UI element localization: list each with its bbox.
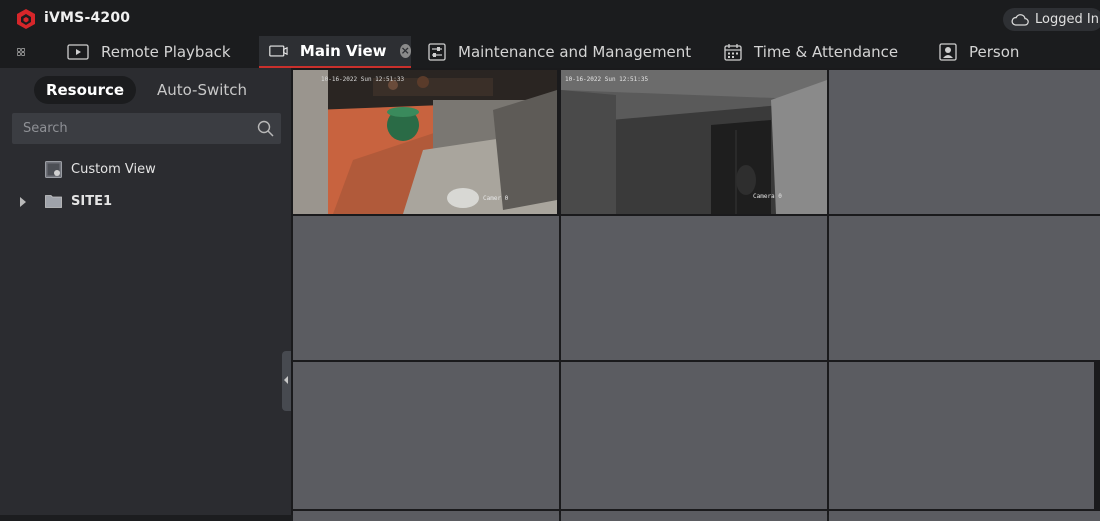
camera-overlay-label: Camera 0 [753, 193, 782, 200]
playback-icon [67, 44, 89, 60]
person-card-icon [939, 43, 957, 61]
video-cell-empty[interactable] [829, 216, 1100, 360]
tab-main-view-label: Main View [299, 42, 387, 60]
corridor-feed-image: 10-16-2022 Sun 12:51:35 Camera 0 [561, 70, 827, 214]
sidebar-collapse-handle[interactable] [282, 351, 291, 411]
custom-view-icon [45, 160, 62, 178]
monitor-icon [269, 45, 288, 57]
segment-resource[interactable]: Resource [34, 76, 136, 104]
search-input[interactable] [12, 113, 252, 144]
video-cell-empty[interactable] [561, 216, 827, 360]
login-status-button[interactable]: Logged In [1003, 8, 1100, 31]
tab-home-menu[interactable] [17, 36, 37, 68]
svg-text:10-16-2022 Sun 12:51:35: 10-16-2022 Sun 12:51:35 [565, 76, 648, 83]
tab-maintenance-management-label: Maintenance and Management [458, 43, 692, 61]
folder-icon [45, 195, 62, 208]
search-icon[interactable] [257, 120, 274, 137]
title-bar: iVMS-4200 Logged In [0, 0, 1100, 36]
grid-menu-icon [17, 48, 25, 56]
video-cell-empty[interactable] [293, 216, 559, 360]
tab-time-attendance-label: Time & Attendance [754, 43, 899, 61]
video-cell-empty[interactable] [829, 362, 1094, 509]
settings-sliders-icon [428, 43, 446, 61]
cloud-icon [1011, 14, 1029, 26]
tab-remote-playback[interactable]: Remote Playback [67, 36, 231, 68]
close-tab-icon[interactable]: × [399, 44, 411, 58]
tab-person[interactable]: Person [939, 36, 1019, 68]
video-cell-empty[interactable] [561, 362, 827, 509]
resource-sidebar: Resource Auto-Switch Custom View SITE1 [0, 68, 291, 515]
calendar-icon [724, 44, 742, 61]
live-view-grid: 10-16-2022 Sun 12:51:33 Camer 0 10-16-20… [291, 68, 1100, 521]
kitchen-feed-image: 10-16-2022 Sun 12:51:33 Camer 0 [293, 70, 557, 214]
tree-item-site1[interactable]: SITE1 [45, 191, 112, 211]
camera-overlay-label: Camer 0 [483, 195, 509, 202]
tab-person-label: Person [969, 43, 1020, 61]
svg-text:10-16-2022 Sun 12:51:33: 10-16-2022 Sun 12:51:33 [321, 76, 404, 83]
video-cell-corridor[interactable]: 10-16-2022 Sun 12:51:35 Camera 0 [561, 70, 827, 214]
video-cell-empty[interactable] [293, 362, 559, 509]
tree-item-custom-view[interactable]: Custom View [45, 159, 156, 179]
video-cell-empty[interactable] [829, 511, 1100, 521]
tab-remote-playback-label: Remote Playback [101, 43, 231, 61]
segment-auto-switch[interactable]: Auto-Switch [148, 76, 256, 104]
expand-arrow-icon[interactable] [20, 197, 26, 207]
tree-item-label: Custom View [71, 161, 156, 177]
video-cell-empty[interactable] [561, 511, 827, 521]
video-cell-empty[interactable] [293, 511, 559, 521]
login-status-label: Logged In [1035, 12, 1099, 27]
video-cell-empty[interactable] [829, 70, 1100, 214]
tab-main-view[interactable]: Main View × [259, 36, 411, 68]
module-tab-bar: Remote Playback Main View × Maintenance … [0, 36, 1100, 68]
tree-item-label: SITE1 [71, 193, 112, 209]
resource-search [12, 113, 281, 144]
video-cell-kitchen[interactable]: 10-16-2022 Sun 12:51:33 Camer 0 [293, 70, 557, 214]
tab-maintenance-management[interactable]: Maintenance and Management [428, 36, 691, 68]
app-title: iVMS-4200 [44, 10, 131, 26]
tab-time-attendance[interactable]: Time & Attendance [724, 36, 898, 68]
app-logo-icon [17, 9, 35, 29]
